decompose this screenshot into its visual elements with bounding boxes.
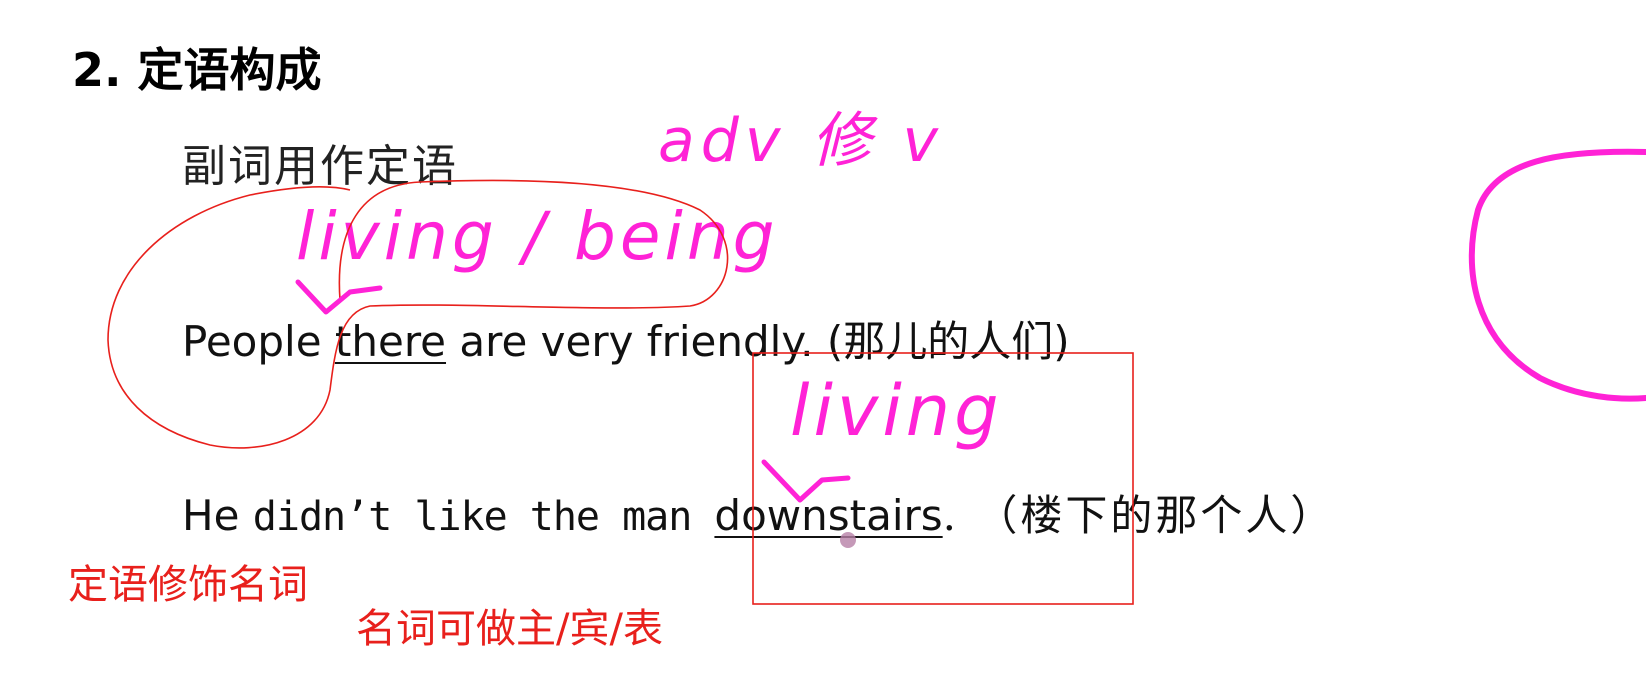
red-loop-outline [107, 179, 729, 449]
pink-caret-2 [761, 459, 851, 503]
red-box-outline [752, 352, 1134, 605]
cursor-dot [840, 532, 856, 548]
pink-right-arc [1468, 148, 1646, 402]
annotation-overlay [107, 148, 1646, 605]
